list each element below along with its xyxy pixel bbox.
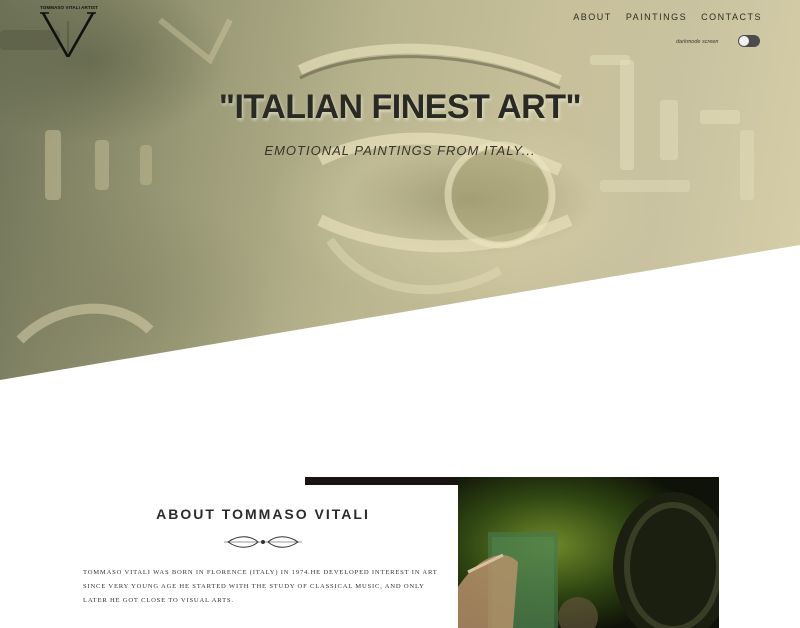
nav-paintings[interactable]: PAINTINGS [626,12,687,22]
site-logo[interactable]: TOMMASO VITALI ARTIST [40,5,99,57]
artist-photo-image [458,477,719,628]
logo-v-mark [40,12,96,57]
darkmode-label: darkmode screen [676,39,719,45]
logo-text: TOMMASO VITALI ARTIST [40,5,99,10]
hero-subtitle: EMOTIONAL PAINTINGS FROM ITALY... [264,143,536,158]
main-nav: ABOUT PAINTINGS CONTACTS [559,12,762,22]
nav-about[interactable]: ABOUT [573,12,612,22]
ornament-divider-icon [224,536,302,548]
hero-background-image [0,17,754,344]
darkmode-toggle[interactable] [738,35,760,47]
about-title: ABOUT TOMMASO VITALI [156,506,370,522]
toggle-knob [739,36,749,46]
artist-photo [458,477,719,628]
about-text: Tommaso Vitali was born in Florence (Ita… [83,569,438,604]
nav-contacts[interactable]: CONTACTS [701,12,762,22]
hero-section: TOMMASO VITALI ARTIST ABOUT PAINTINGS CO… [0,0,800,380]
about-decor-bar [305,477,458,485]
hero-title: "ITALIAN FINEST ART" [218,88,582,126]
